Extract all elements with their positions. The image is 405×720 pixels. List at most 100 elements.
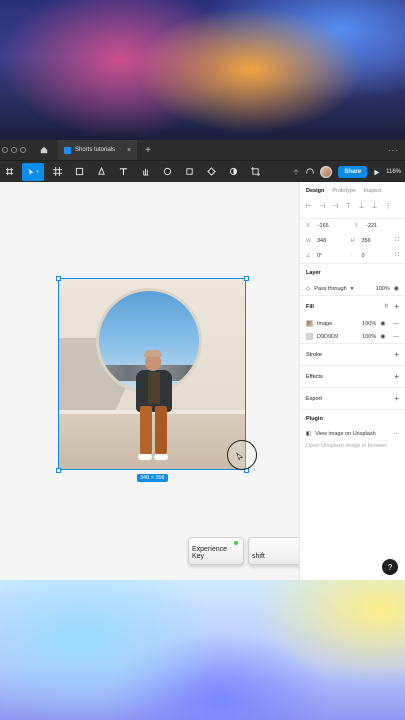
tab-shorts-tutorials[interactable]: Shorts tutorials ×: [58, 140, 138, 160]
user-avatar[interactable]: [320, 165, 333, 178]
resize-handle-top-left[interactable]: [56, 276, 61, 281]
window-controls: [2, 147, 26, 153]
add-effect-icon[interactable]: +: [394, 372, 399, 381]
eye-icon[interactable]: ◉: [394, 285, 399, 292]
zoom-level[interactable]: 116%: [386, 169, 401, 175]
color-swatch[interactable]: [306, 333, 313, 340]
frame-tool-button[interactable]: [48, 163, 66, 181]
distribute-icon[interactable]: ⋮: [385, 202, 392, 210]
fill-opacity[interactable]: 100%: [362, 334, 376, 340]
plugin-icon[interactable]: [202, 163, 220, 181]
unsplash-icon: ◧: [306, 431, 312, 437]
tab-title: Shorts tutorials: [75, 147, 116, 153]
w-input[interactable]: 348: [317, 238, 347, 244]
position-row: X -165 Y -221: [300, 219, 405, 233]
comment-tool-button[interactable]: [158, 163, 176, 181]
constrain-proportions-icon[interactable]: ⛶: [395, 237, 399, 244]
canvas[interactable]: 348 × 356 Experience Key shift: [0, 182, 304, 580]
pen-tool-button[interactable]: [92, 163, 110, 181]
more-icon[interactable]: ···: [388, 146, 399, 155]
export-section: Export +: [300, 387, 405, 409]
tab-inspect[interactable]: Inspect: [364, 188, 382, 194]
resize-handle-bottom-left[interactable]: [56, 468, 61, 473]
window-dot-minimize[interactable]: [11, 147, 17, 153]
hand-tool-button[interactable]: [136, 163, 154, 181]
align-right-icon[interactable]: ⊣: [332, 202, 338, 210]
eye-icon[interactable]: ◉: [380, 320, 385, 327]
fill-opacity[interactable]: 100%: [362, 321, 376, 327]
plugin-action[interactable]: Open Unsplash image in browser: [306, 443, 387, 449]
y-input[interactable]: -221: [366, 223, 399, 229]
resize-handle-top-right[interactable]: [244, 276, 249, 281]
blend-mode-select[interactable]: Pass through: [314, 286, 346, 292]
x-label: X: [306, 223, 310, 229]
key-led-icon: [234, 541, 238, 545]
x-input[interactable]: -165: [318, 223, 351, 229]
fill-row-color: D9D9D9 100% ◉ —: [300, 330, 405, 343]
more-icon[interactable]: ···: [394, 431, 400, 437]
new-tab-button[interactable]: +: [145, 145, 151, 156]
size-tag: 348 × 356: [137, 474, 168, 482]
tab-prototype[interactable]: Prototype: [332, 188, 356, 194]
key-label: shift: [252, 553, 265, 560]
independent-corners-icon[interactable]: ⛶: [395, 252, 399, 259]
main-menu-icon[interactable]: [0, 163, 18, 181]
align-top-icon[interactable]: ⊤: [345, 202, 351, 210]
key-experience: Experience Key: [188, 537, 244, 565]
blend-mode-icon: ◇: [306, 285, 311, 292]
toolbar-right: Share 116%: [292, 163, 405, 181]
chevron-down-icon: ▾: [36, 168, 39, 175]
text-tool-button[interactable]: [114, 163, 132, 181]
tab-close-icon[interactable]: ×: [127, 147, 131, 154]
align-center-h-icon[interactable]: ⊣: [319, 202, 325, 210]
fill-name[interactable]: Image: [317, 321, 332, 327]
fill-styles-icon[interactable]: ⠿: [384, 304, 388, 310]
shape-tool-button[interactable]: [70, 163, 88, 181]
share-button[interactable]: Share: [338, 165, 368, 178]
align-left-icon[interactable]: ⊢: [306, 202, 312, 210]
upload-icon[interactable]: [292, 163, 300, 181]
rotation-input[interactable]: 0°: [317, 253, 347, 259]
add-fill-icon[interactable]: +: [394, 302, 399, 311]
crop-icon[interactable]: [246, 163, 264, 181]
layer-title: Layer: [306, 270, 321, 276]
home-icon[interactable]: [36, 142, 52, 158]
radius-input[interactable]: 0: [362, 253, 392, 259]
effects-section: Effects +: [300, 365, 405, 387]
figma-window: Shorts tutorials × + ··· ▾ Share 116% 34…: [0, 140, 405, 580]
tab-bar: Shorts tutorials × + ···: [0, 140, 405, 160]
add-stroke-icon[interactable]: +: [394, 350, 399, 359]
contrast-icon[interactable]: [224, 163, 242, 181]
play-icon[interactable]: [373, 163, 380, 181]
tab-design[interactable]: Design: [306, 188, 324, 194]
remove-fill-icon[interactable]: —: [394, 334, 400, 340]
h-input[interactable]: 356: [362, 238, 392, 244]
align-bottom-icon[interactable]: ⊥: [372, 202, 378, 210]
plugin-name[interactable]: View image on Unsplash: [315, 431, 375, 437]
plugin-row[interactable]: ◧ View image on Unsplash ···: [300, 428, 405, 440]
fill-section: Fill ⠿ +: [300, 295, 405, 317]
window-dot-close[interactable]: [2, 147, 8, 153]
move-tool-button[interactable]: ▾: [22, 162, 44, 181]
radius-icon: ◜: [350, 252, 353, 259]
layer-row: ◇ Pass through ▾ 100% ◉: [300, 282, 405, 295]
fill-name[interactable]: D9D9D9: [317, 334, 338, 340]
help-button[interactable]: ?: [382, 559, 398, 575]
remove-fill-icon[interactable]: —: [394, 321, 400, 327]
align-center-v-icon[interactable]: ⊥: [358, 202, 364, 210]
rotation-row: ∠ 0° ◜ 0 ⛶: [300, 248, 405, 263]
cursor-arrow-icon: [236, 448, 244, 466]
image-swatch[interactable]: [306, 320, 313, 327]
background-gradient-bottom: [0, 580, 405, 720]
eye-icon[interactable]: ◉: [380, 333, 385, 340]
stroke-title: Stroke: [306, 351, 322, 358]
headphones-icon[interactable]: [306, 163, 315, 181]
layer-section: Layer: [300, 263, 405, 282]
w-label: W: [306, 237, 312, 244]
properties-panel: Design Prototype Inspect ⊢ ⊣ ⊣ ⊤ ⊥ ⊥ ⋮ X…: [299, 182, 405, 580]
component-icon[interactable]: [180, 163, 198, 181]
add-export-icon[interactable]: +: [394, 394, 399, 403]
layer-opacity[interactable]: 100%: [376, 286, 390, 292]
plugin-title: Plugin: [306, 416, 323, 422]
window-dot-zoom[interactable]: [20, 147, 26, 153]
